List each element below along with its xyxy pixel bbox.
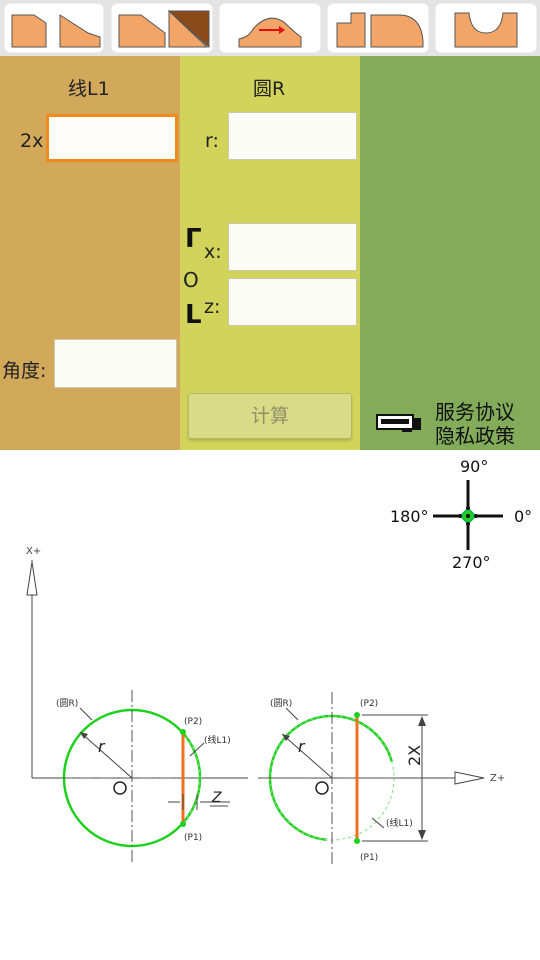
bracket-bottom: L — [185, 300, 202, 330]
x2-input[interactable] — [46, 114, 178, 162]
center-z-label: z: — [204, 296, 221, 318]
groove-shape-button[interactable] — [435, 3, 537, 53]
privacy-link[interactable]: 隐私政策 — [435, 424, 515, 448]
direction-compass: 90° 180° 0° 270° — [390, 457, 532, 572]
left-p2-label: (P2) — [184, 717, 202, 727]
right-line-l1-label: (线L1) — [386, 817, 413, 829]
center-o-label: O — [183, 268, 199, 292]
circle-r-title: 圆R — [253, 78, 286, 100]
step-round-shape-button[interactable] — [327, 3, 429, 53]
r-label: r: — [205, 130, 219, 152]
radius-input[interactable] — [228, 112, 357, 160]
circle-r-panel: 圆R r: Γ O L x: z: — [180, 56, 360, 450]
left-circle-r-label: (圆R) — [56, 698, 78, 709]
z-offset-label: Z — [211, 790, 222, 806]
chamfer-shape-button[interactable] — [4, 3, 104, 53]
x2-label: 2x — [20, 130, 44, 152]
arc-shape-button[interactable] — [219, 3, 321, 53]
calculate-button[interactable]: 计算 — [188, 393, 352, 439]
left-r-label: r — [98, 737, 106, 756]
center-x-input[interactable] — [228, 223, 357, 271]
line-l1-title: 线L1 — [68, 78, 110, 100]
left-figure — [60, 690, 230, 862]
right-p2-label: (P2) — [360, 699, 378, 709]
x-axis-label: X+ — [26, 546, 41, 557]
two-x-label: 2X — [405, 745, 424, 766]
geometry-diagram: 90° 180° 0° 270° X+ Z+ (圆R) (线L1) (P2) (… — [26, 457, 532, 864]
taper-shape-icon — [118, 9, 210, 49]
line-l1-panel: 线L1 2x 角度: — [0, 56, 180, 450]
right-panel — [360, 56, 540, 450]
deg-180-label: 180° — [390, 507, 429, 526]
policy-links: 服务协议 隐私政策 — [435, 400, 515, 448]
angle-label: 角度: — [2, 360, 47, 382]
center-x-label: x: — [204, 241, 222, 263]
shape-toolbar — [0, 0, 540, 56]
deg-90-label: 90° — [460, 457, 488, 476]
right-p1-label: (P1) — [360, 853, 378, 863]
right-r-label: r — [298, 737, 306, 756]
projector-icon[interactable] — [376, 412, 424, 434]
left-line-l1-label: (线L1) — [204, 734, 231, 746]
step-round-shape-icon — [336, 12, 424, 48]
angle-input[interactable] — [54, 339, 177, 388]
z-axis-label: Z+ — [490, 773, 505, 784]
center-z-input[interactable] — [228, 278, 357, 326]
arc-shape-icon — [238, 17, 302, 48]
bracket-top: Γ — [185, 224, 202, 254]
deg-270-label: 270° — [452, 553, 491, 572]
deg-0-label: 0° — [514, 507, 532, 526]
terms-link[interactable]: 服务协议 — [435, 400, 515, 424]
groove-shape-icon — [454, 12, 518, 48]
taper-shape-button[interactable] — [111, 3, 213, 53]
left-p1-label: (P1) — [184, 833, 202, 843]
chamfer-shape-icon — [11, 14, 101, 48]
right-circle-r-label: (圆R) — [270, 698, 292, 709]
